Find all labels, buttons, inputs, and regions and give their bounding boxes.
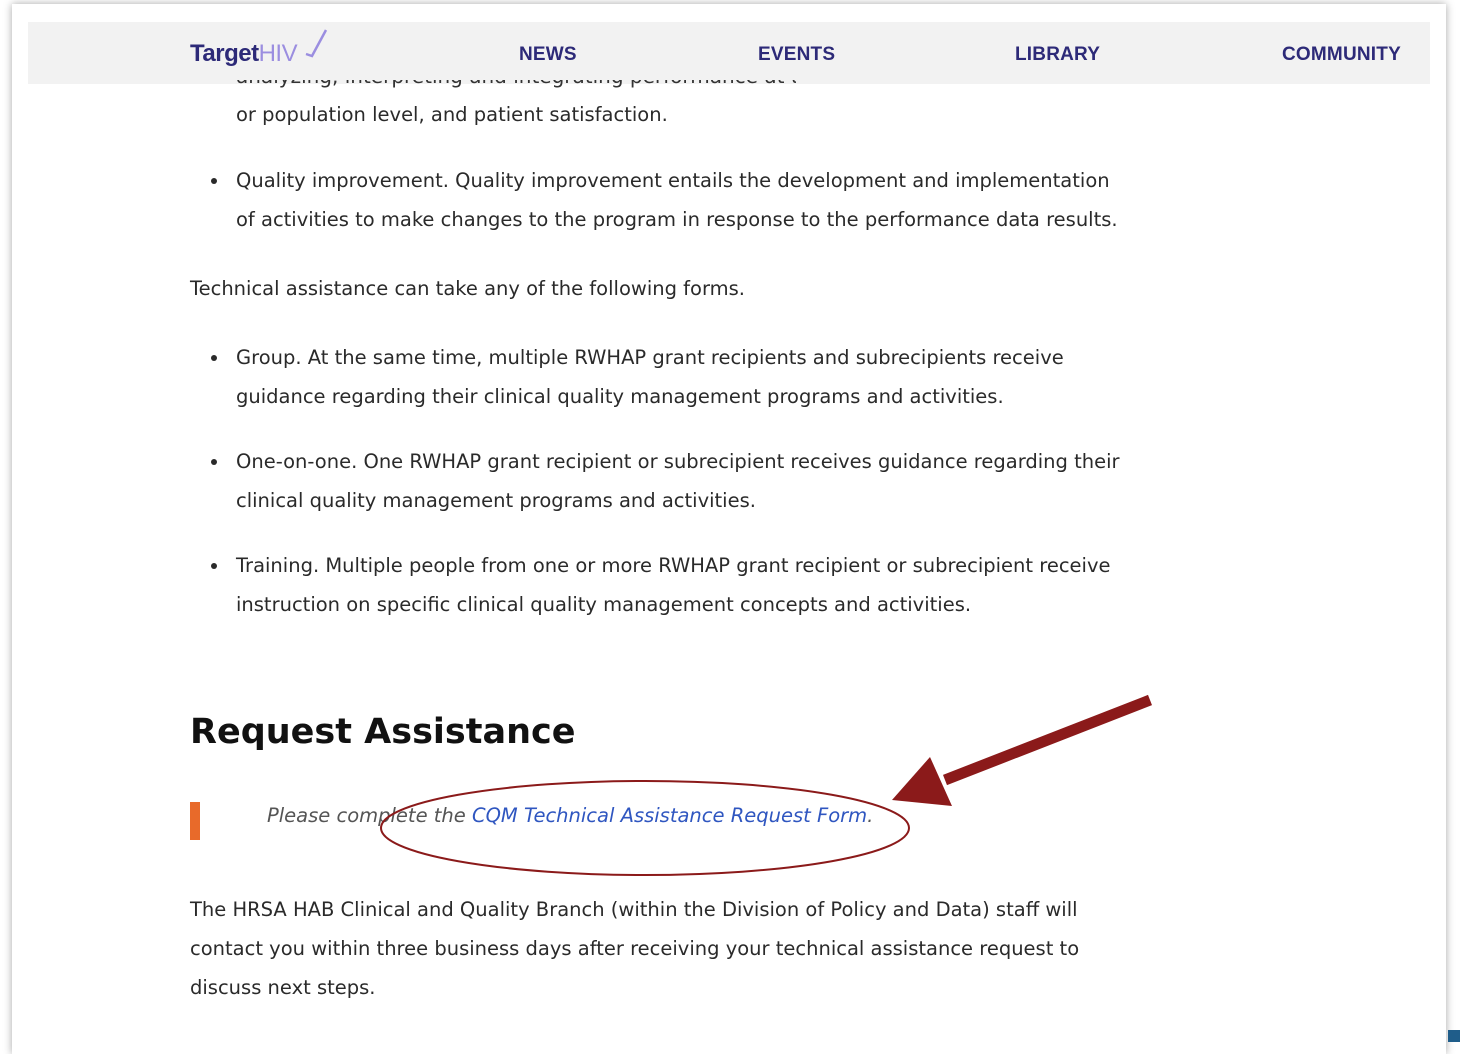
- quote-prefix-text: Please complete the: [267, 804, 472, 827]
- request-form-blockquote: Please complete the CQM Technical Assist…: [267, 804, 873, 827]
- cqm-request-form-link[interactable]: CQM Technical Assistance Request Form: [472, 804, 867, 827]
- blockquote-accent-bar: [190, 802, 200, 840]
- logo-text-target: Target: [190, 40, 259, 67]
- corner-widget: [1448, 1030, 1460, 1042]
- closing-paragraph: The HRSA HAB Clinical and Quality Branch…: [190, 898, 1080, 999]
- list-item-one-on-one: One-on-one. One RWHAP grant recipient or…: [211, 442, 1130, 520]
- list-quality: Quality improvement. Quality improvement…: [190, 161, 1130, 239]
- nav-events-link[interactable]: EVENTS: [758, 44, 835, 66]
- list-forms: Group. At the same time, multiple RWHAP …: [190, 338, 1130, 624]
- article-body: or population level, and patient satisfa…: [190, 95, 1130, 624]
- targethiv-logo[interactable]: TargetHIV: [190, 29, 328, 68]
- logo-swoosh-icon: [305, 29, 328, 58]
- quote-suffix-text: .: [867, 804, 874, 827]
- nav-community-link[interactable]: COMMUNITY: [1282, 44, 1401, 66]
- cutoff-text-line: analyzing, interpreting and integrating …: [236, 80, 796, 90]
- nav-news-link[interactable]: NEWS: [519, 44, 577, 66]
- list-item-group: Group. At the same time, multiple RWHAP …: [211, 338, 1130, 416]
- logo-text-hiv: HIV: [258, 40, 298, 67]
- paragraph-continuation: or population level, and patient satisfa…: [236, 103, 668, 126]
- list-item-training: Training. Multiple people from one or mo…: [211, 546, 1130, 624]
- list-item-quality: Quality improvement. Quality improvement…: [211, 161, 1130, 239]
- nav-library-link[interactable]: LIBRARY: [1015, 44, 1100, 66]
- request-assistance-heading: Request Assistance: [190, 712, 576, 752]
- forms-intro: Technical assistance can take any of the…: [190, 277, 745, 300]
- cutoff-text: analyzing, interpreting and integrating …: [236, 80, 796, 88]
